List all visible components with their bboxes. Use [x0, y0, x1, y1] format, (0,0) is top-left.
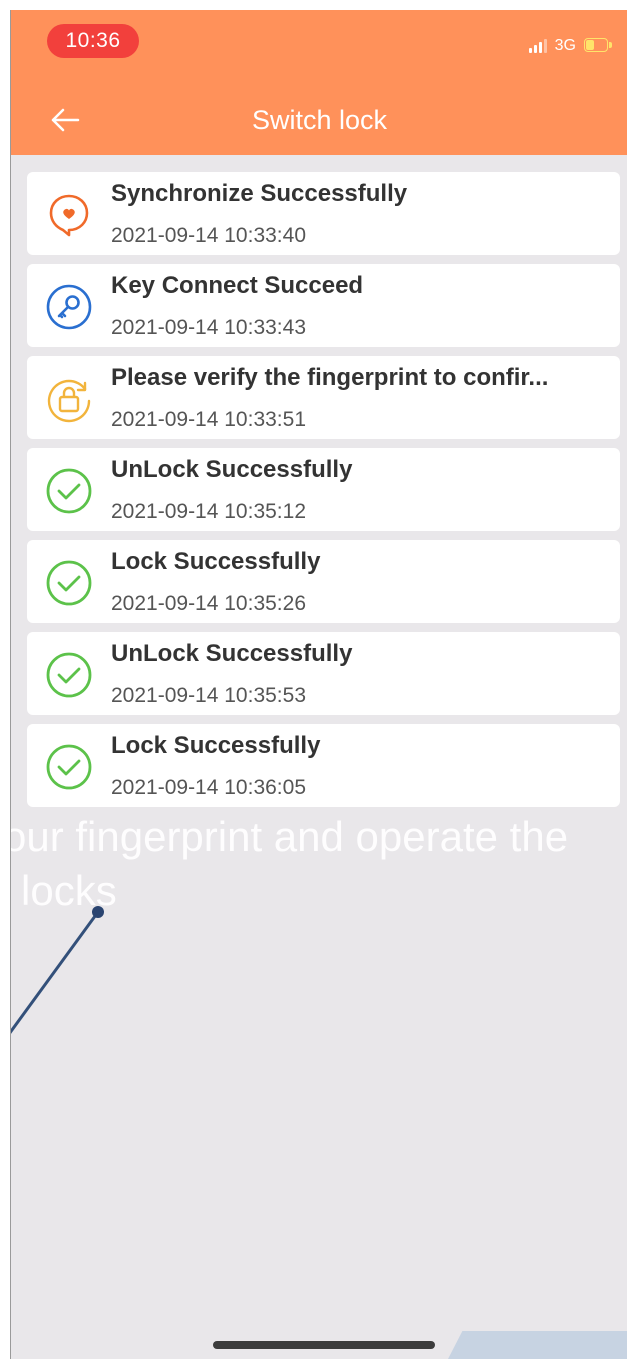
record-time: 2021-09-14 10:33:43 [111, 316, 306, 339]
app-header: 10:36 3G Switch lock [11, 10, 627, 155]
list-item[interactable]: Please verify the fingerprint to confir.… [27, 356, 620, 439]
check-circle-icon [46, 560, 92, 606]
status-indicators: 3G [528, 36, 614, 56]
record-title: UnLock Successfully [111, 456, 353, 483]
pointer-arrow [11, 906, 104, 1034]
record-title: Synchronize Successfully [111, 180, 408, 207]
corner-decoration [448, 1331, 627, 1359]
record-time: 2021-09-14 10:33:51 [111, 408, 306, 431]
padlock-refresh-icon [47, 379, 91, 423]
list-item[interactable]: UnLock Successfully 2021-09-14 10:35:12 [27, 448, 620, 531]
record-time: 2021-09-14 10:35:53 [111, 684, 306, 707]
record-time: 2021-09-14 10:35:26 [111, 592, 306, 615]
status-time: 10:36 [47, 24, 139, 58]
check-circle-icon [46, 652, 92, 698]
list-item[interactable]: Lock Successfully 2021-09-14 10:36:05 [27, 724, 620, 807]
record-title: UnLock Successfully [111, 640, 353, 667]
list-item[interactable]: UnLock Successfully 2021-09-14 10:35:53 [27, 632, 620, 715]
home-indicator[interactable] [213, 1341, 435, 1349]
page-title: Switch lock [251, 105, 388, 135]
phone-screen: 10:36 3G Switch lock Synchronize Success… [10, 10, 627, 1359]
list-item[interactable]: Lock Successfully 2021-09-14 10:35:26 [27, 540, 620, 623]
record-title: Lock Successfully [111, 732, 321, 759]
record-title: Key Connect Succeed [111, 272, 364, 299]
signal-icon [528, 39, 547, 53]
record-list: Synchronize Successfully 2021-09-14 10:3… [27, 172, 620, 816]
caption-line-1: our fingerprint and operate the [10, 813, 569, 860]
record-title: Lock Successfully [111, 548, 321, 575]
key-connect-icon [46, 284, 92, 330]
lock-heart-icon [49, 194, 89, 237]
network-type: 3G [554, 37, 576, 54]
record-time: 2021-09-14 10:33:40 [111, 224, 306, 247]
list-item[interactable]: Synchronize Successfully 2021-09-14 10:3… [27, 172, 620, 255]
record-time: 2021-09-14 10:36:05 [111, 776, 306, 799]
check-circle-icon [46, 744, 92, 790]
record-time: 2021-09-14 10:35:12 [111, 500, 306, 523]
list-item[interactable]: Key Connect Succeed 2021-09-14 10:33:43 [27, 264, 620, 347]
check-circle-icon [46, 468, 92, 514]
record-title: Please verify the fingerprint to confir.… [111, 364, 549, 391]
battery-charging-icon [584, 38, 614, 54]
